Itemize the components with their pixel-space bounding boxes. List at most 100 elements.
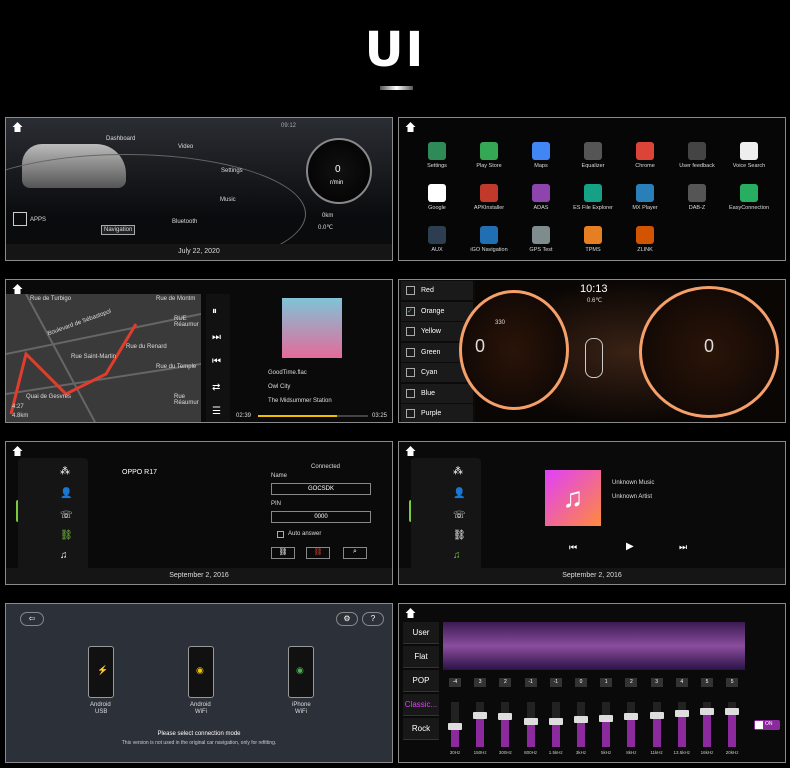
disconnect-button[interactable]: ⛓ <box>306 547 330 559</box>
app-item[interactable]: Equalizer <box>563 142 623 169</box>
eq-preset[interactable]: User <box>403 622 439 644</box>
eq-slider-knob[interactable] <box>725 707 740 715</box>
eq-slider-knob[interactable] <box>473 711 488 719</box>
home-icon[interactable] <box>405 122 416 132</box>
app-item[interactable]: Maps <box>511 142 571 169</box>
eq-slider[interactable] <box>674 702 689 747</box>
color-checkbox[interactable] <box>406 347 415 357</box>
color-checkbox[interactable] <box>406 388 415 398</box>
link-icon[interactable]: ⛓ <box>60 530 73 541</box>
color-checkbox[interactable] <box>406 286 415 295</box>
app-item[interactable]: Settings <box>407 142 467 169</box>
color-checkbox[interactable]: ✓ <box>406 306 415 316</box>
eq-preset[interactable]: POP <box>403 670 439 692</box>
progress-bar[interactable] <box>258 415 368 417</box>
app-item[interactable]: User feedback <box>667 142 727 169</box>
eq-slider[interactable] <box>599 702 614 747</box>
eq-slider-knob[interactable] <box>624 713 639 721</box>
shuffle-icon[interactable]: ⇄ <box>212 382 220 393</box>
previous-icon[interactable]: ⏮ <box>569 542 577 553</box>
home-icon[interactable] <box>405 608 416 618</box>
apps-item[interactable]: APPS <box>30 217 46 223</box>
eq-preset[interactable]: Classic... <box>403 694 439 716</box>
device-name[interactable]: OPPO R17 <box>122 469 157 476</box>
pin-field[interactable]: 0000 <box>271 511 371 523</box>
name-field[interactable]: GOCSDK <box>271 483 371 495</box>
dashboard-item[interactable]: Dashboard <box>106 136 135 142</box>
bluetooth-item[interactable]: Bluetooth <box>172 219 197 225</box>
eq-slider[interactable] <box>448 702 462 747</box>
app-item[interactable]: GPS Test <box>511 226 571 253</box>
eq-slider[interactable] <box>700 702 714 747</box>
previous-icon[interactable]: ⏮ <box>212 356 221 367</box>
app-item[interactable]: ADAS <box>511 184 571 211</box>
eq-slider[interactable] <box>574 702 588 747</box>
contacts-icon[interactable]: 👤 <box>453 488 465 499</box>
color-option[interactable]: ✓ Orange <box>401 301 473 321</box>
navigation-item[interactable]: Navigation <box>101 225 136 235</box>
eq-preset[interactable]: Flat <box>403 646 439 668</box>
play-icon[interactable]: ▶ <box>626 541 634 552</box>
eq-slider[interactable] <box>548 702 563 747</box>
home-icon[interactable] <box>12 122 23 132</box>
color-option[interactable]: Red <box>401 281 473 300</box>
next-icon[interactable]: ⏭ <box>212 332 221 343</box>
eq-slider-knob[interactable] <box>498 713 513 721</box>
settings-icon[interactable]: ⚙ <box>336 612 358 626</box>
contacts-icon[interactable]: 👤 <box>60 488 72 499</box>
dialpad-icon[interactable]: ⁂ <box>453 466 463 477</box>
eq-preset[interactable]: Rock <box>403 718 439 740</box>
app-item[interactable]: Google <box>407 184 467 211</box>
color-option[interactable]: Purple <box>401 404 473 422</box>
eq-slider-knob[interactable] <box>523 718 538 726</box>
bt-music-icon[interactable]: ♫ <box>60 550 68 561</box>
eq-slider-knob[interactable] <box>700 707 714 715</box>
eq-slider-knob[interactable] <box>674 710 689 718</box>
eq-slider[interactable] <box>498 702 513 747</box>
app-item[interactable]: Voice Search <box>719 142 779 169</box>
app-item[interactable]: Play Store <box>459 142 519 169</box>
back-icon[interactable]: ⇦ <box>20 612 44 626</box>
settings-item[interactable]: Settings <box>221 168 243 174</box>
app-item[interactable]: iGO Navigation <box>459 226 519 253</box>
color-checkbox[interactable] <box>406 409 415 418</box>
eq-slider[interactable] <box>624 702 639 747</box>
eq-slider-knob[interactable] <box>574 716 588 723</box>
search-button[interactable]: ⌕ <box>343 547 367 559</box>
app-item[interactable]: AUX <box>407 226 467 253</box>
android-usb-option[interactable]: ⚡ <box>88 646 114 698</box>
eq-slider-knob[interactable] <box>599 715 614 723</box>
help-icon[interactable]: ? <box>362 612 384 626</box>
music-item[interactable]: Music <box>220 197 236 203</box>
link-icon[interactable]: ⛓ <box>453 530 466 541</box>
eq-slider-knob[interactable] <box>448 722 462 730</box>
android-wifi-option[interactable]: ◉ <box>188 646 214 698</box>
video-item[interactable]: Video <box>178 144 193 150</box>
app-item[interactable]: DAB-Z <box>667 184 727 211</box>
eq-slider[interactable] <box>523 702 538 747</box>
app-item[interactable]: EasyConnection <box>719 184 779 211</box>
app-item[interactable]: TPMS <box>563 226 623 253</box>
playlist-icon[interactable]: ☰ <box>212 406 221 417</box>
call-log-icon[interactable]: ☏ <box>60 510 73 521</box>
bt-music-icon[interactable]: ♫ <box>453 550 461 561</box>
eq-slider[interactable] <box>725 702 740 747</box>
eq-slider-knob[interactable] <box>548 718 563 726</box>
map-view[interactable]: Rue de Turbigo Boulevard de Sébastopol R… <box>6 293 202 422</box>
apps-icon[interactable] <box>13 212 27 226</box>
dialpad-icon[interactable]: ⁂ <box>60 466 70 477</box>
connect-button[interactable]: ⛓ <box>271 547 295 559</box>
color-checkbox[interactable] <box>406 368 415 377</box>
eq-slider-knob[interactable] <box>649 711 664 719</box>
app-item[interactable]: Chrome <box>615 142 675 169</box>
color-checkbox[interactable] <box>406 327 415 336</box>
call-log-icon[interactable]: ☏ <box>453 510 466 521</box>
app-item[interactable]: ES File Explorer <box>563 184 623 211</box>
color-option[interactable]: Blue <box>401 383 473 403</box>
eq-toggle[interactable]: ON <box>754 720 780 730</box>
auto-answer-checkbox[interactable] <box>277 531 284 538</box>
home-icon[interactable] <box>405 446 416 456</box>
eq-slider[interactable] <box>649 702 664 747</box>
home-icon[interactable] <box>12 284 23 294</box>
app-item[interactable]: MX Player <box>615 184 675 211</box>
